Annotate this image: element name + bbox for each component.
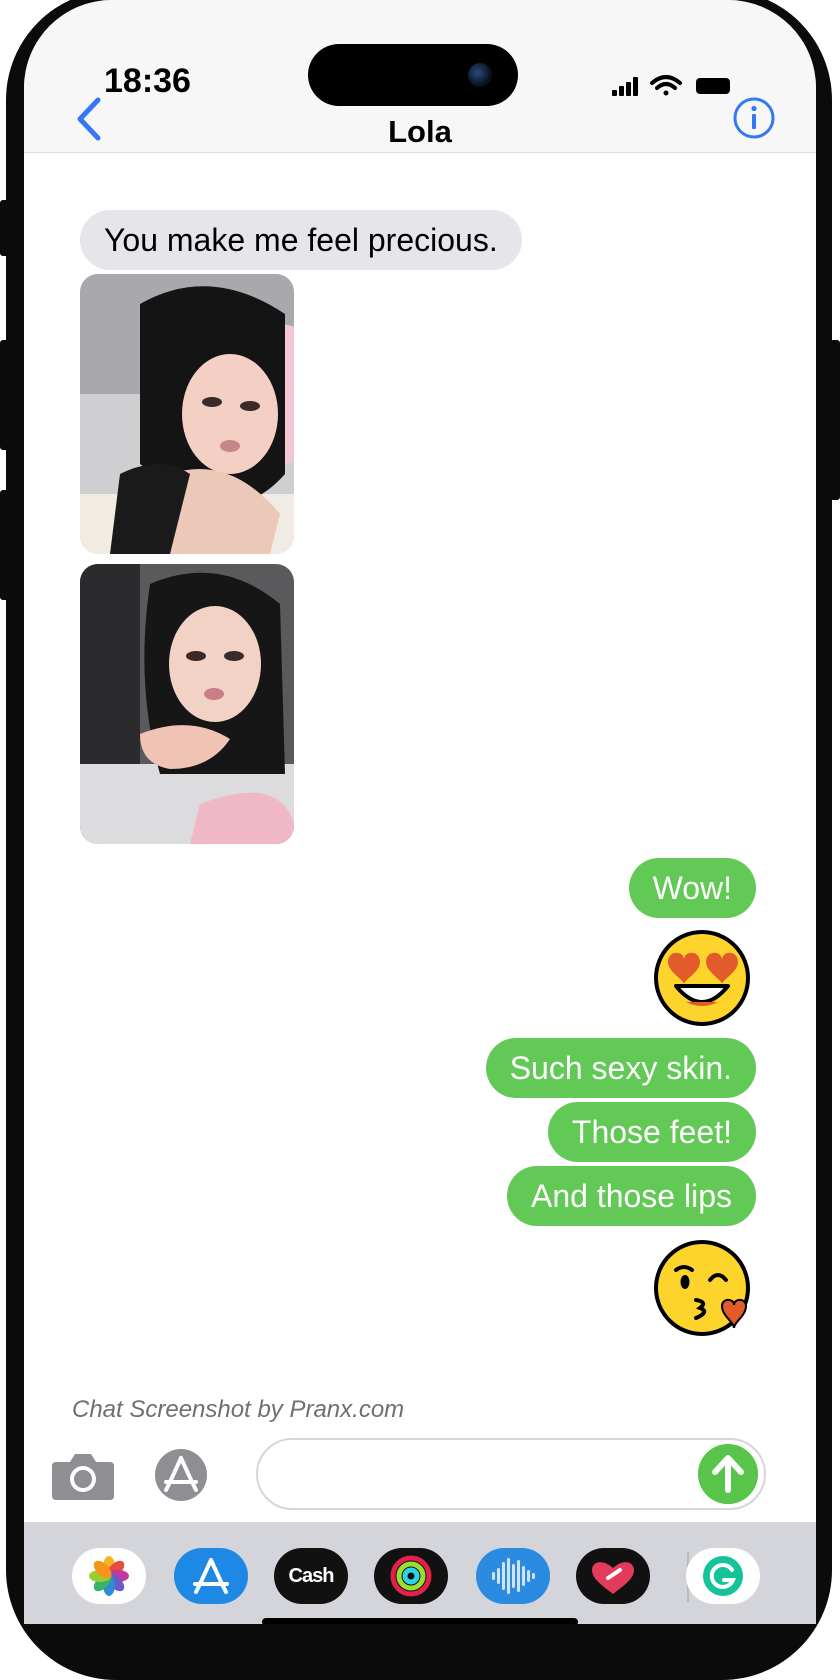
watermark-text: Chat Screenshot by Pranx.com — [72, 1396, 405, 1423]
conversation-header: 18:36 Lola — [24, 0, 816, 153]
messages-screen: 18:36 Lola You make me feel precious. Wo… — [24, 0, 816, 1624]
app-store-icon[interactable] — [148, 1448, 214, 1502]
incoming-photo-2[interactable] — [80, 564, 294, 844]
digital-touch-app-icon[interactable] — [576, 1548, 650, 1604]
send-button[interactable] — [698, 1444, 758, 1504]
volume-up-button — [0, 340, 10, 450]
apple-cash-app-icon[interactable]: Cash — [274, 1548, 348, 1604]
outgoing-message-bubble[interactable]: Such sexy skin. — [485, 1038, 756, 1098]
wifi-icon — [650, 75, 682, 96]
info-icon[interactable] — [732, 96, 776, 140]
volume-down-button — [0, 490, 10, 600]
action-button — [0, 200, 10, 256]
apple-cash-label: Cash — [288, 1565, 335, 1587]
outgoing-message-bubble[interactable]: Wow! — [628, 858, 756, 918]
front-camera-icon — [468, 63, 492, 87]
grammarly-app-icon[interactable] — [686, 1548, 760, 1604]
outgoing-message-bubble[interactable]: Those feet! — [547, 1102, 756, 1162]
incoming-message-bubble[interactable]: You make me feel precious. — [80, 210, 522, 270]
message-input-field[interactable] — [256, 1438, 766, 1510]
photo-2-image — [80, 564, 294, 844]
status-time: 18:36 — [104, 62, 191, 100]
audio-message-app-icon[interactable] — [476, 1548, 550, 1604]
incoming-photo-1[interactable] — [80, 274, 294, 554]
app-store-app-icon[interactable] — [174, 1548, 248, 1604]
photos-app-icon[interactable] — [72, 1548, 146, 1604]
home-indicator — [262, 1618, 578, 1624]
heart-eyes-emoji-icon[interactable] — [652, 928, 752, 1028]
camera-icon[interactable] — [50, 1448, 116, 1502]
photo-1-image — [80, 274, 294, 554]
cellular-signal-icon — [612, 77, 638, 96]
contact-name[interactable]: Lola — [24, 114, 816, 150]
outgoing-message-bubble[interactable]: And those lips — [506, 1166, 756, 1226]
power-button — [830, 340, 840, 500]
imessage-apps-drawer: Cash — [24, 1522, 816, 1624]
kissing-face-emoji-icon[interactable] — [652, 1238, 752, 1338]
fitness-rings-app-icon[interactable] — [374, 1548, 448, 1604]
message-text-input[interactable] — [278, 1452, 682, 1494]
battery-icon — [696, 78, 730, 94]
dynamic-island — [308, 44, 518, 106]
